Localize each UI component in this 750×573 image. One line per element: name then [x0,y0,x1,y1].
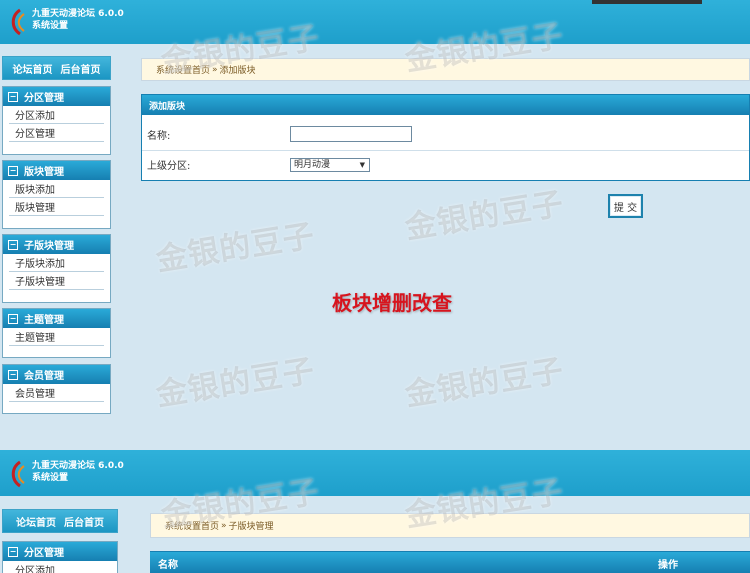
menu-item-zone-manage[interactable]: 分区管理 [9,124,104,142]
collapse-icon: − [8,546,18,557]
screen-subboard-manage: 九重天动漫论坛 6.0.0 系统设置 论坛首页 后台首页 − 分区管理 分区添加 … [0,450,750,573]
menu-item-board-add[interactable]: 版块添加 [9,180,104,198]
breadcrumb-separator: » [221,520,227,531]
menu-item-topic-manage[interactable]: 主题管理 [9,328,104,346]
column-header-actions: 操作 [658,560,678,571]
name-row: 名称: [142,120,749,148]
menu-header-label: 分区管理 [24,548,64,559]
breadcrumb-home[interactable]: 系统设置首页 [156,63,210,76]
menu-section-zones: − 分区管理 分区添加 分区管理 [2,86,111,155]
menu-header-label: 会员管理 [24,371,64,382]
app-title-line1: 九重天动漫论坛 6.0.0 [32,9,124,19]
admin-home-link[interactable]: 后台首页 [64,514,104,529]
logo-icon [11,460,25,488]
parent-zone-label: 上级分区: [147,161,191,172]
watermark: 金银的豆子 [402,185,567,247]
forum-home-link[interactable]: 论坛首页 [16,514,56,529]
breadcrumb-current: 子版块管理 [228,522,274,532]
menu-item-member-manage[interactable]: 会员管理 [9,384,104,402]
menu-item-subboard-add[interactable]: 子版块添加 [9,254,104,272]
app-title-line2: 系统设置 [32,21,69,31]
menu-section-zones: − 分区管理 分区添加 [2,541,118,573]
app-title-line2: 系统设置 [32,473,69,483]
breadcrumb: 系统设置首页 » 子版块管理 [150,513,750,538]
submit-button[interactable]: 提 交 [608,194,643,218]
screen-add-board: 九重天动漫论坛 6.0.0 系统设置 论坛首页 后台首页 − 分区管理 分区添加 … [0,0,750,450]
add-board-panel: 添加版块 名称: 上级分区: 明月动漫 ▼ [141,94,750,181]
menu-header-subboards[interactable]: − 子版块管理 [3,235,110,254]
collapse-icon: − [8,91,18,102]
app-title: 九重天动漫论坛 6.0.0 系统设置 [32,8,124,32]
parent-zone-value: 明月动漫 [294,160,331,170]
menu-section-members: − 会员管理 会员管理 [2,364,111,414]
admin-home-link[interactable]: 后台首页 [61,61,101,76]
menu-header-zones[interactable]: − 分区管理 [3,542,117,561]
menu-header-label: 分区管理 [24,93,64,104]
breadcrumb-separator: » [212,64,218,75]
menu-section-topics: − 主题管理 主题管理 [2,308,111,358]
app-title: 九重天动漫论坛 6.0.0 系统设置 [32,460,124,484]
watermark: 金银的豆子 [153,352,318,414]
top-bar: 九重天动漫论坛 6.0.0 系统设置 [0,450,750,496]
menu-item-subboard-manage[interactable]: 子版块管理 [9,272,104,290]
menu-item-zone-add[interactable]: 分区添加 [9,561,111,573]
name-label: 名称: [147,130,171,142]
watermark: 金银的豆子 [153,217,318,279]
menu-header-zones[interactable]: − 分区管理 [3,87,110,106]
collapse-icon: − [8,239,18,250]
menu-header-label: 子版块管理 [24,241,74,252]
collapse-icon: − [8,313,18,324]
breadcrumb-home[interactable]: 系统设置首页 [165,519,219,532]
breadcrumb-current: 添加版块 [219,66,256,76]
breadcrumb: 系统设置首页 » 添加版块 [141,58,750,81]
menu-item-board-manage[interactable]: 版块管理 [9,198,104,216]
subboard-table-header: 名称 操作 [150,551,750,573]
logo-icon [11,8,25,36]
chevron-down-icon: ▼ [359,161,365,169]
menu-section-boards: − 版块管理 版块添加 版块管理 [2,160,111,229]
menu-section-subboards: − 子版块管理 子版块添加 子版块管理 [2,234,111,303]
menu-header-label: 主题管理 [24,315,64,326]
sidebar-top-links: 论坛首页 后台首页 [2,509,118,533]
menu-item-zone-add[interactable]: 分区添加 [9,106,104,124]
sidebar-top-links: 论坛首页 后台首页 [2,56,111,80]
name-input[interactable] [290,126,412,142]
menu-header-label: 版块管理 [24,167,64,178]
top-bar: 九重天动漫论坛 6.0.0 系统设置 [0,0,750,44]
panel-title: 添加版块 [142,95,749,115]
parent-zone-select[interactable]: 明月动漫 ▼ [290,158,370,172]
forum-home-link[interactable]: 论坛首页 [13,61,53,76]
parent-zone-row: 上级分区: 明月动漫 ▼ [142,150,749,178]
collapse-icon: − [8,369,18,380]
column-header-name: 名称 [158,560,178,571]
top-strip [592,0,702,4]
watermark: 金银的豆子 [402,352,567,414]
menu-header-members[interactable]: − 会员管理 [3,365,110,384]
app-title-line1: 九重天动漫论坛 6.0.0 [32,461,124,471]
menu-header-topics[interactable]: − 主题管理 [3,309,110,328]
center-caption: 板块增删改查 [332,291,452,315]
collapse-icon: − [8,165,18,176]
menu-header-boards[interactable]: − 版块管理 [3,161,110,180]
